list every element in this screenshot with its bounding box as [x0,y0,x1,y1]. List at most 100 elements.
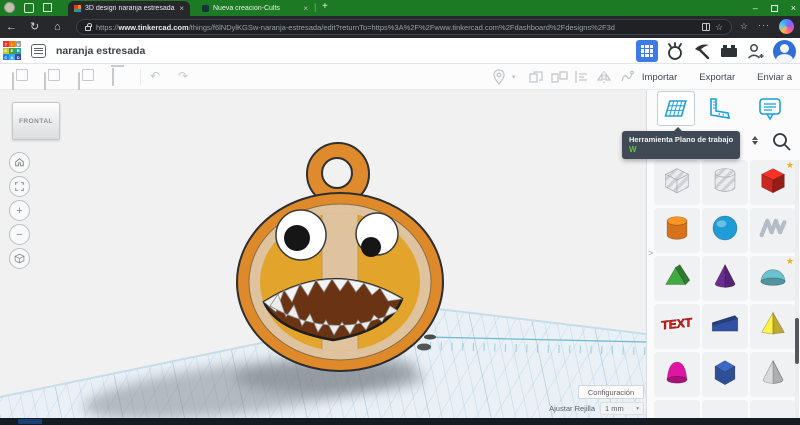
tab-cults[interactable]: Nueva creacion-Cults × [196,1,314,16]
cone-shape-icon [708,259,742,298]
tinkercad-logo[interactable]: TINKERCAD [3,41,21,60]
shape-tile-sphere[interactable] [702,208,748,253]
workplane-pin-icon[interactable] [492,69,506,90]
refresh-icon[interactable]: ↻ [30,19,39,35]
shape-tile-polygon[interactable] [702,352,748,397]
sketch-icon[interactable] [619,69,635,90]
shape-tile-cylinder[interactable] [654,208,700,253]
shapes-grid: ★ ★ TEXT [647,160,795,418]
ruler-tool-button[interactable] [707,96,733,127]
stressed-orange-character [236,192,444,372]
perspective-toggle-button[interactable] [9,248,30,269]
gray-cone-shape-icon [756,355,790,394]
screen: { "colors": { "titlebar_green": "#1c7a24… [0,0,800,425]
home-view-button[interactable] [9,152,30,173]
send-to-button[interactable]: Enviar a [757,72,792,83]
tab-close-icon[interactable]: × [303,4,308,13]
pin-dropdown-icon[interactable]: ▾ [512,73,516,81]
mirror-icon[interactable] [596,70,612,89]
tab-title: 3D design naranja estresada - Tin [85,5,175,12]
cylinder-shape-icon [660,211,694,250]
split-screen-icon[interactable] [702,23,711,31]
new-tab-button[interactable]: + [322,1,328,12]
copilot-icon[interactable] [779,19,794,34]
shape-tile-pyramid[interactable] [750,304,795,349]
wedge-shape-icon [708,307,742,346]
search-icon[interactable] [771,131,793,158]
3d-design-button[interactable] [636,40,658,62]
sidebar-scrollbar[interactable] [795,160,799,418]
view-cube[interactable]: FRONTAL [12,102,60,140]
tab-close-icon[interactable]: × [179,4,184,13]
copy-icon[interactable] [12,72,14,91]
account-avatar[interactable] [773,39,796,63]
snap-grid-select[interactable]: 1 mm ▾ [600,402,644,415]
browser-menu-icon[interactable]: ··· [758,20,770,30]
shape-tile-next-row-shape-2[interactable] [702,400,748,418]
tab-tinkercad[interactable]: 3D design naranja estresada - Tin × [68,1,190,16]
browser-home-icon[interactable]: ⌂ [54,19,61,35]
3d-viewport[interactable]: FRONTAL + − Configuración Ajustar Rejill… [0,90,646,418]
window-minimize-button[interactable]: – [753,3,758,13]
group-icon[interactable] [528,70,544,89]
address-bar[interactable]: https://www.tinkercad.com/things/f6lNDyl… [76,19,732,35]
cults-favicon [202,5,209,12]
browser-workspaces-icon[interactable] [43,3,52,12]
shape-tile-scribble[interactable] [750,208,795,253]
workplane-tool-button[interactable] [657,91,695,126]
invite-people-icon[interactable] [746,41,766,61]
zoom-out-button[interactable]: − [9,224,30,245]
circuits-icon[interactable] [665,41,685,61]
shape-tile-cone[interactable] [702,256,748,301]
delete-icon[interactable] [112,68,114,86]
export-button[interactable]: Exportar [699,72,735,83]
main-area: FRONTAL + − Configuración Ajustar Rejill… [0,90,800,418]
zoom-in-button[interactable]: + [9,200,30,221]
category-stepper[interactable] [752,136,758,145]
window-maximize-button[interactable] [770,4,778,12]
favorites-icon[interactable]: ☆ [740,21,748,32]
paraboloid-shape-icon [660,355,694,394]
text-shape-icon: TEXT [660,307,694,346]
back-icon[interactable]: ← [6,19,17,35]
settings-button[interactable]: Configuración [578,385,644,399]
browser-extension-icon[interactable] [24,2,34,13]
browser-urlbar: ← ↻ ⌂ https://www.tinkercad.com/things/f… [0,16,800,38]
scene-canvas [0,142,646,418]
shape-tile-roof[interactable] [654,256,700,301]
shape-tile-transparent-cylinder[interactable] [702,160,748,205]
shape-tile-text[interactable]: TEXT [654,304,700,349]
tooltip-shortcut: W [629,145,637,154]
import-button[interactable]: Importar [642,72,677,83]
scrollbar-thumb[interactable] [795,318,799,364]
undo-icon[interactable]: ↶ [150,69,160,83]
shape-tile-half-sphere[interactable]: ★ [750,256,795,301]
shape-tile-paraboloid[interactable] [654,352,700,397]
browser-profile-icon[interactable] [4,2,15,13]
pyramid-shape-icon [756,307,790,346]
shape-tile-next-row-shape-3[interactable] [750,400,795,418]
workplane-edge-line [425,336,646,343]
notes-tool-button[interactable] [757,96,783,127]
shape-tile-transparent-box[interactable] [654,160,700,205]
favorite-star-badge: ★ [785,256,794,266]
shape-tile-gray-cone[interactable] [750,352,795,397]
duplicate-icon[interactable] [78,72,80,91]
shape-tile-box[interactable]: ★ [750,160,795,205]
sidebar-collapse-icon[interactable]: > [648,248,653,258]
lego-brick-icon[interactable] [719,41,739,61]
favorite-star-icon[interactable]: ☆ [715,22,723,33]
design-title[interactable]: naranja estresada [56,38,145,64]
fit-view-button[interactable] [9,176,30,197]
design-properties-icon[interactable] [31,44,46,58]
minecraft-pickaxe-icon[interactable] [692,41,712,61]
window-close-button[interactable]: × [791,3,796,13]
shape-tile-next-row-shape-1[interactable] [654,400,700,418]
redo-icon[interactable]: ↷ [178,69,188,83]
shape-tile-wedge[interactable] [702,304,748,349]
paste-icon[interactable] [44,72,46,91]
align-icon[interactable] [574,70,589,89]
sphere-shape-icon [708,211,742,250]
url-text[interactable]: https://www.tinkercad.com/things/f6lNDyl… [96,23,697,32]
ungroup-icon[interactable] [551,70,568,89]
